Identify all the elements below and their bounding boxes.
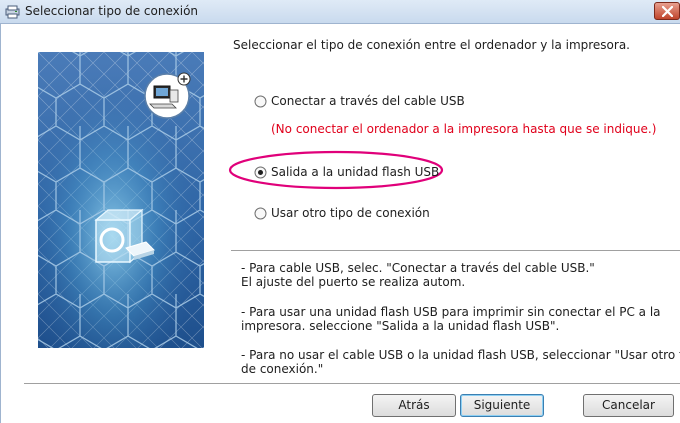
instruction-heading: Seleccionar el tipo de conexión entre el…: [233, 38, 630, 52]
option-usb-cable-label[interactable]: Conectar a través del cable USB: [271, 94, 465, 108]
back-button[interactable]: Atrás: [372, 394, 456, 417]
option-usb-flash-label[interactable]: Salida a la unidad flash USB: [271, 165, 439, 179]
footer-separator: [24, 383, 680, 385]
window-frame: [0, 24, 1, 423]
window-title: Seleccionar tipo de conexión: [25, 4, 199, 18]
help-other-line2: de conexión.": [241, 362, 324, 376]
option-other-connection-label[interactable]: Usar otro tipo de conexión: [271, 206, 430, 220]
radio-usb-flash[interactable]: [254, 166, 267, 179]
radio-other-connection[interactable]: [254, 207, 267, 220]
close-button[interactable]: [654, 2, 680, 20]
title-bar: Seleccionar tipo de conexión: [0, 0, 680, 24]
app-icon: [5, 5, 20, 19]
help-usb-cable-line1: - Para cable USB, selec. "Conectar a tra…: [241, 261, 595, 275]
separator: [231, 250, 680, 252]
hexagon-connection-illustration: [38, 52, 204, 348]
help-usb-cable-line2: El ajuste del puerto se realiza autom.: [241, 275, 466, 289]
help-other-line1: - Para no usar el cable USB o la unidad …: [241, 348, 680, 362]
cancel-button[interactable]: Cancelar: [583, 394, 674, 417]
help-usb-flash-line2: impresora. seleccione "Salida a la unida…: [241, 319, 560, 333]
close-icon: [662, 6, 673, 17]
radio-usb-cable[interactable]: [254, 95, 267, 108]
connection-warning: (No conectar el ordenador a la impresora…: [271, 122, 657, 136]
next-button[interactable]: Siguiente: [460, 394, 544, 417]
help-usb-flash-line1: - Para usar una unidad flash USB para im…: [241, 305, 661, 319]
